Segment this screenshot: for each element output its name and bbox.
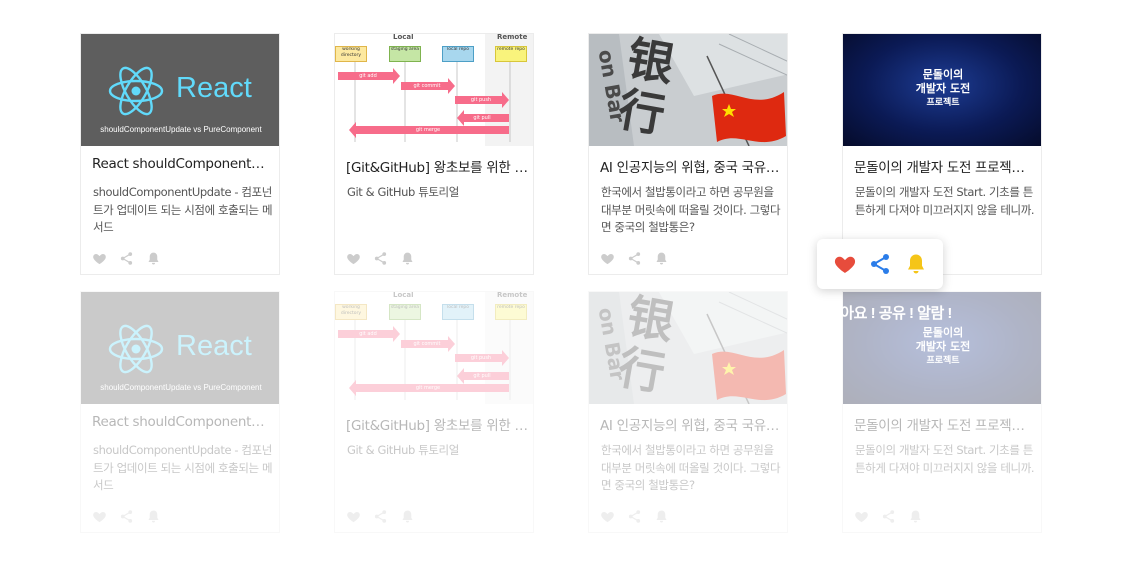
thumb-line: 문돌이의 [922,68,964,81]
card-actions [600,508,669,524]
heart-icon[interactable] [346,509,361,524]
dev-project-thumbnail[interactable]: 문돌이의 개발자 도전프로젝트 [843,34,1041,146]
share-icon[interactable] [373,251,388,266]
card-description: 문돌이의 개발자 도전 Start. 기초를 튼튼하게 다져야 미끄러지지 않을… [855,443,1035,475]
git-box: staging area [389,304,421,320]
thumb-line: 문돌이의 [922,326,964,339]
thumb-caption: shouldComponentUpdate vs PureComponent [100,383,262,392]
china-flag-icon [712,92,786,143]
card-title[interactable]: React shouldComponentUpdate vs PureCompo… [92,156,274,172]
bell-icon[interactable] [654,251,669,266]
share-icon[interactable] [868,252,892,276]
card-title[interactable]: React shouldComponentUpdate vs PureCompo… [92,414,274,430]
thumb-line: 프로젝트 [926,98,960,108]
heart-icon[interactable] [600,251,615,266]
post-card[interactable]: working directory staging area local repo r… [334,33,534,275]
heart-icon[interactable] [92,509,107,524]
action-popup [817,239,943,289]
bell-icon[interactable] [908,509,923,524]
card-actions [92,508,161,524]
heart-icon[interactable] [854,509,869,524]
git-arrow-label: git add [359,331,377,337]
git-arrow-label: git push [470,97,492,103]
card-title[interactable]: [Git&GitHub] 왕초보를 위한 깃&깃허브 [346,156,528,176]
git-arrow-label: git commit [413,83,441,89]
bell-icon[interactable] [400,509,415,524]
bank-thumbnail[interactable]: 银行 on Bar [589,34,787,146]
git-thumbnail[interactable]: working directory staging area local repo r… [335,34,533,146]
react-logo-icon [108,66,164,116]
heart-icon[interactable] [92,251,107,266]
thumb-word: React [176,330,252,362]
bell-icon[interactable] [904,252,928,276]
thumb-word: React [176,72,252,104]
git-box: staging area [389,46,421,62]
git-arrow-label: git pull [473,373,491,379]
git-box: working directory [335,46,367,62]
heart-icon[interactable] [346,251,361,266]
git-box: remote repo [495,304,527,320]
card-description: shouldComponentUpdate - 컴포넌트가 업데이트 되는 시점… [93,185,273,234]
git-arrow-label: git merge [415,385,441,391]
post-card[interactable]: 银行on Bar AI 인공지능의 위협, 중국 국유은행의 철밥통한국에서 철밥… [588,291,788,533]
card-actions [600,250,669,266]
card-description: 문돌이의 개발자 도전 Start. 기초를 튼튼하게 다져야 미끄러지지 않을… [855,185,1035,217]
card-description: 한국에서 철밥통이라고 하면 공무원을 대부분 머릿속에 떠올릴 것이다. 그렇… [601,185,781,234]
share-icon[interactable] [881,509,896,524]
bell-icon[interactable] [654,509,669,524]
bell-icon[interactable] [400,251,415,266]
share-icon[interactable] [119,509,134,524]
card-actions [346,508,415,524]
share-icon[interactable] [373,509,388,524]
thumb-heading-local: Local [393,34,414,41]
post-card[interactable]: 문돌이의개발자 도전프로젝트문돌이의 개발자 도전 프로젝트 Start 문돌이의… [842,291,1042,533]
card-actions [854,508,923,524]
post-card[interactable]: React shouldComponentUpdate vs PureCompon… [80,33,280,275]
card-title[interactable]: 문돌이의 개발자 도전 프로젝트 Start [854,156,1036,176]
card-description: shouldComponentUpdate - 컴포넌트가 업데이트 되는 시점… [93,443,273,492]
thumb-caption: shouldComponentUpdate vs PureComponent [100,125,262,134]
thumb-line: 프로젝트 [926,356,960,366]
post-card[interactable]: React shouldComponentUpdate vs PureCompon… [80,291,280,533]
thumb-heading-remote: Remote [497,34,528,41]
card-description: Git & GitHub 튜토리얼 [347,185,459,199]
thumb-line: 개발자 도전 [915,340,971,353]
share-icon[interactable] [119,251,134,266]
card-actions [92,250,161,266]
git-thumbnail[interactable]: working directory staging area local repo r… [335,292,533,404]
git-box: local repo [442,46,474,62]
git-box: remote repo [495,46,527,62]
git-box: local repo [442,304,474,320]
thumb-line: 개발자 도전 [915,82,971,95]
heart-icon[interactable] [600,509,615,524]
react-thumbnail[interactable]: React shouldComponentUpdate vs PureCompon… [81,34,279,146]
react-thumbnail[interactable]: React shouldComponentUpdate vs PureCompon… [81,292,279,404]
bell-icon[interactable] [146,509,161,524]
git-arrow-label: git add [359,73,377,79]
card-title[interactable]: 문돌이의 개발자 도전 프로젝트 Start [854,414,1036,434]
share-icon[interactable] [627,509,642,524]
card-title[interactable]: [Git&GitHub] 왕초보를 위한 깃&깃허브 [346,414,528,434]
git-box: working directory [335,304,367,320]
card-title[interactable]: AI 인공지능의 위협, 중국 국유은행의 철밥통 [600,414,782,434]
bell-icon[interactable] [146,251,161,266]
thumb-heading-remote: Remote [497,292,528,299]
card-description: 한국에서 철밥통이라고 하면 공무원을 대부분 머릿속에 떠올릴 것이다. 그렇… [601,443,781,492]
card-actions [346,250,415,266]
heart-icon[interactable] [833,252,857,276]
git-arrow-label: git commit [413,341,441,347]
thumb-heading-local: Local [393,292,414,299]
bank-thumbnail[interactable]: 银行 on Bar [589,292,787,404]
card-title[interactable]: AI 인공지능의 위협, 중국 국유은행의 철밥통 [600,156,782,176]
share-icon[interactable] [627,251,642,266]
git-arrow-label: git merge [415,127,441,133]
popup-caption: 좋아요 ! 공유 ! 알람 ! [827,305,952,322]
react-logo-icon [108,324,164,374]
git-arrow-label: git pull [473,115,491,121]
git-arrow-label: git push [470,355,492,361]
china-flag-icon [712,350,786,401]
post-card[interactable]: working directory staging area local repo r… [334,291,534,533]
card-description: Git & GitHub 튜토리얼 [347,443,459,457]
post-card[interactable]: 银行on Bar AI 인공지능의 위협, 중국 국유은행의 철밥통한국에서 철밥… [588,33,788,275]
